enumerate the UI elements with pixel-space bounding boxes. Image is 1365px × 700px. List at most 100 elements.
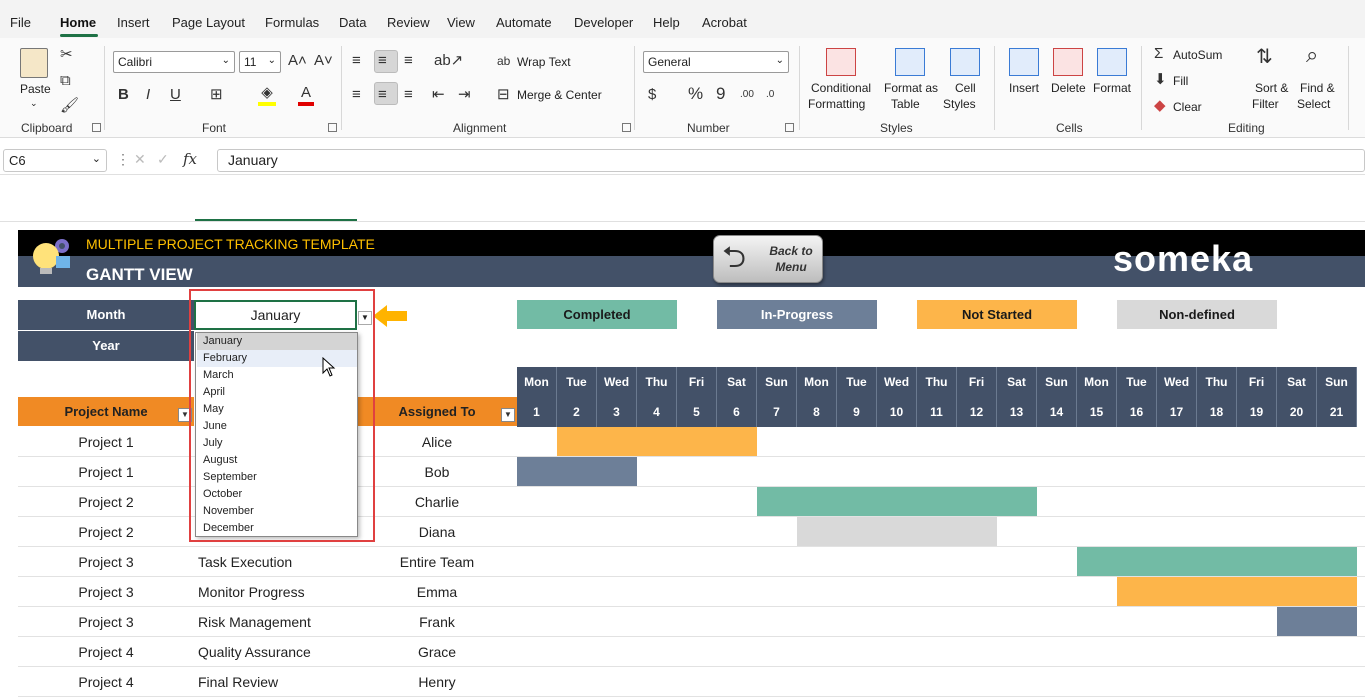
accounting-format-icon[interactable]: $ bbox=[648, 86, 656, 104]
cell-styles-icon[interactable] bbox=[950, 48, 980, 76]
project-name[interactable]: Project 3 bbox=[18, 614, 194, 630]
menu-view[interactable]: View bbox=[447, 15, 475, 30]
project-name[interactable]: Project 4 bbox=[18, 674, 194, 690]
underline-icon[interactable]: U bbox=[170, 86, 181, 104]
assignee[interactable]: Entire Team bbox=[357, 554, 517, 570]
cancel-icon[interactable]: ✕ bbox=[134, 151, 146, 168]
assignee[interactable]: Charlie bbox=[357, 494, 517, 510]
sort-filter-button[interactable]: Sort & bbox=[1255, 81, 1288, 95]
chevron-down-icon[interactable]: ⌄ bbox=[30, 98, 38, 109]
conditional-formatting-icon[interactable] bbox=[826, 48, 856, 76]
align-right-icon[interactable]: ≡ bbox=[404, 86, 413, 104]
enter-icon[interactable]: ✓ bbox=[157, 151, 169, 168]
increase-indent-icon[interactable]: ⇥ bbox=[458, 86, 471, 104]
cut-icon[interactable]: ✂ bbox=[60, 46, 73, 64]
task-name[interactable]: Task Execution bbox=[198, 554, 292, 570]
menu-review[interactable]: Review bbox=[387, 15, 430, 30]
italic-icon[interactable]: I bbox=[146, 86, 150, 104]
project-name[interactable]: Project 1 bbox=[18, 434, 194, 450]
format-painter-icon[interactable]: 🖌 bbox=[60, 97, 79, 115]
menu-automate[interactable]: Automate bbox=[496, 15, 552, 30]
format-as-table-button[interactable]: Format as bbox=[884, 81, 938, 95]
dialog-launcher-icon[interactable] bbox=[92, 123, 101, 132]
assignee[interactable]: Alice bbox=[357, 434, 517, 450]
assignee[interactable]: Diana bbox=[357, 524, 517, 540]
project-name[interactable]: Project 1 bbox=[18, 464, 194, 480]
paste-button[interactable]: Paste bbox=[20, 82, 51, 96]
task-name[interactable]: Monitor Progress bbox=[198, 584, 305, 600]
borders-icon[interactable]: ⊞ bbox=[210, 86, 223, 104]
decrease-font-icon[interactable]: A˅ bbox=[314, 52, 333, 70]
conditional-formatting-button[interactable]: Conditional bbox=[811, 81, 871, 95]
paste-icon[interactable] bbox=[20, 48, 48, 78]
increase-decimal-icon[interactable]: .00 bbox=[740, 86, 754, 104]
menu-data[interactable]: Data bbox=[339, 15, 366, 30]
fill-icon[interactable]: ⬇ bbox=[1154, 71, 1167, 89]
format-cells-icon[interactable] bbox=[1097, 48, 1127, 76]
format-as-table-icon[interactable] bbox=[895, 48, 925, 76]
cell-styles-button[interactable]: Cell bbox=[955, 81, 976, 95]
assignee[interactable]: Bob bbox=[357, 464, 517, 480]
eraser-icon[interactable]: ◆ bbox=[1154, 97, 1166, 115]
merge-center-icon[interactable]: ⊟ bbox=[497, 86, 510, 104]
menu-help[interactable]: Help bbox=[653, 15, 680, 30]
find-select-button[interactable]: Find & bbox=[1300, 81, 1335, 95]
font-name-select[interactable]: Calibri ⌄ bbox=[113, 51, 235, 73]
find-select-icon[interactable]: ⌕ bbox=[1306, 44, 1318, 66]
more-icon[interactable]: ⋮ bbox=[116, 151, 130, 168]
filter-button[interactable]: ▼ bbox=[501, 408, 515, 422]
copy-icon[interactable]: ⧉ bbox=[60, 72, 71, 90]
decrease-decimal-icon[interactable]: .0 bbox=[766, 86, 774, 104]
decrease-indent-icon[interactable]: ⇤ bbox=[432, 86, 445, 104]
font-size-select[interactable]: 11 ⌄ bbox=[239, 51, 281, 73]
insert-cells-icon[interactable] bbox=[1009, 48, 1039, 76]
sort-filter-icon[interactable]: ⇅ bbox=[1256, 47, 1273, 67]
orientation-icon[interactable]: ab↗ bbox=[434, 52, 463, 70]
font-color-icon[interactable]: A bbox=[298, 84, 314, 106]
project-name[interactable]: Project 2 bbox=[18, 524, 194, 540]
delete-cells-icon[interactable] bbox=[1053, 48, 1083, 76]
align-bottom-icon[interactable]: ≡ bbox=[404, 52, 413, 70]
menu-acrobat[interactable]: Acrobat bbox=[702, 15, 747, 30]
assignee[interactable]: Frank bbox=[357, 614, 517, 630]
format-cells-button[interactable]: Format bbox=[1093, 81, 1131, 95]
assignee[interactable]: Emma bbox=[357, 584, 517, 600]
task-name[interactable]: Final Review bbox=[198, 674, 278, 690]
percent-icon[interactable]: % bbox=[688, 85, 703, 103]
wrap-text-icon[interactable]: ab bbox=[497, 52, 510, 70]
number-format-select[interactable]: General ⌄ bbox=[643, 51, 789, 73]
menu-home[interactable]: Home bbox=[60, 15, 96, 30]
menu-file[interactable]: File bbox=[10, 15, 31, 30]
dialog-launcher-icon[interactable] bbox=[785, 123, 794, 132]
align-center-icon[interactable]: ≡ bbox=[378, 86, 387, 104]
assignee[interactable]: Henry bbox=[357, 674, 517, 690]
dialog-launcher-icon[interactable] bbox=[622, 123, 631, 132]
project-name[interactable]: Project 2 bbox=[18, 494, 194, 510]
menu-insert[interactable]: Insert bbox=[117, 15, 150, 30]
insert-function-icon[interactable]: fx bbox=[183, 150, 197, 168]
fill-button[interactable]: Fill bbox=[1173, 74, 1188, 88]
menu-page-layout[interactable]: Page Layout bbox=[172, 15, 245, 30]
insert-cells-button[interactable]: Insert bbox=[1009, 81, 1039, 95]
wrap-text-button[interactable]: Wrap Text bbox=[517, 55, 571, 69]
fill-color-icon[interactable]: ◈ bbox=[258, 84, 276, 106]
task-name[interactable]: Risk Management bbox=[198, 614, 311, 630]
menu-developer[interactable]: Developer bbox=[574, 15, 633, 30]
formula-input[interactable]: January bbox=[217, 149, 1365, 172]
task-name[interactable]: Quality Assurance bbox=[198, 644, 311, 660]
assignee[interactable]: Grace bbox=[357, 644, 517, 660]
merge-center-button[interactable]: Merge & Center bbox=[517, 88, 602, 102]
increase-font-icon[interactable]: A˄ bbox=[288, 52, 307, 70]
clear-button[interactable]: Clear bbox=[1173, 100, 1202, 114]
dialog-launcher-icon[interactable] bbox=[328, 123, 337, 132]
menu-formulas[interactable]: Formulas bbox=[265, 15, 319, 30]
align-left-icon[interactable]: ≡ bbox=[352, 86, 361, 104]
name-box[interactable]: C6 ⌄ bbox=[3, 149, 107, 172]
align-middle-icon[interactable]: ≡ bbox=[378, 52, 387, 70]
project-name[interactable]: Project 4 bbox=[18, 644, 194, 660]
align-top-icon[interactable]: ≡ bbox=[352, 52, 361, 70]
bold-icon[interactable]: B bbox=[118, 86, 129, 104]
autosum-button[interactable]: AutoSum bbox=[1173, 48, 1222, 62]
comma-style-icon[interactable]: 9 bbox=[716, 85, 725, 103]
delete-cells-button[interactable]: Delete bbox=[1051, 81, 1086, 95]
